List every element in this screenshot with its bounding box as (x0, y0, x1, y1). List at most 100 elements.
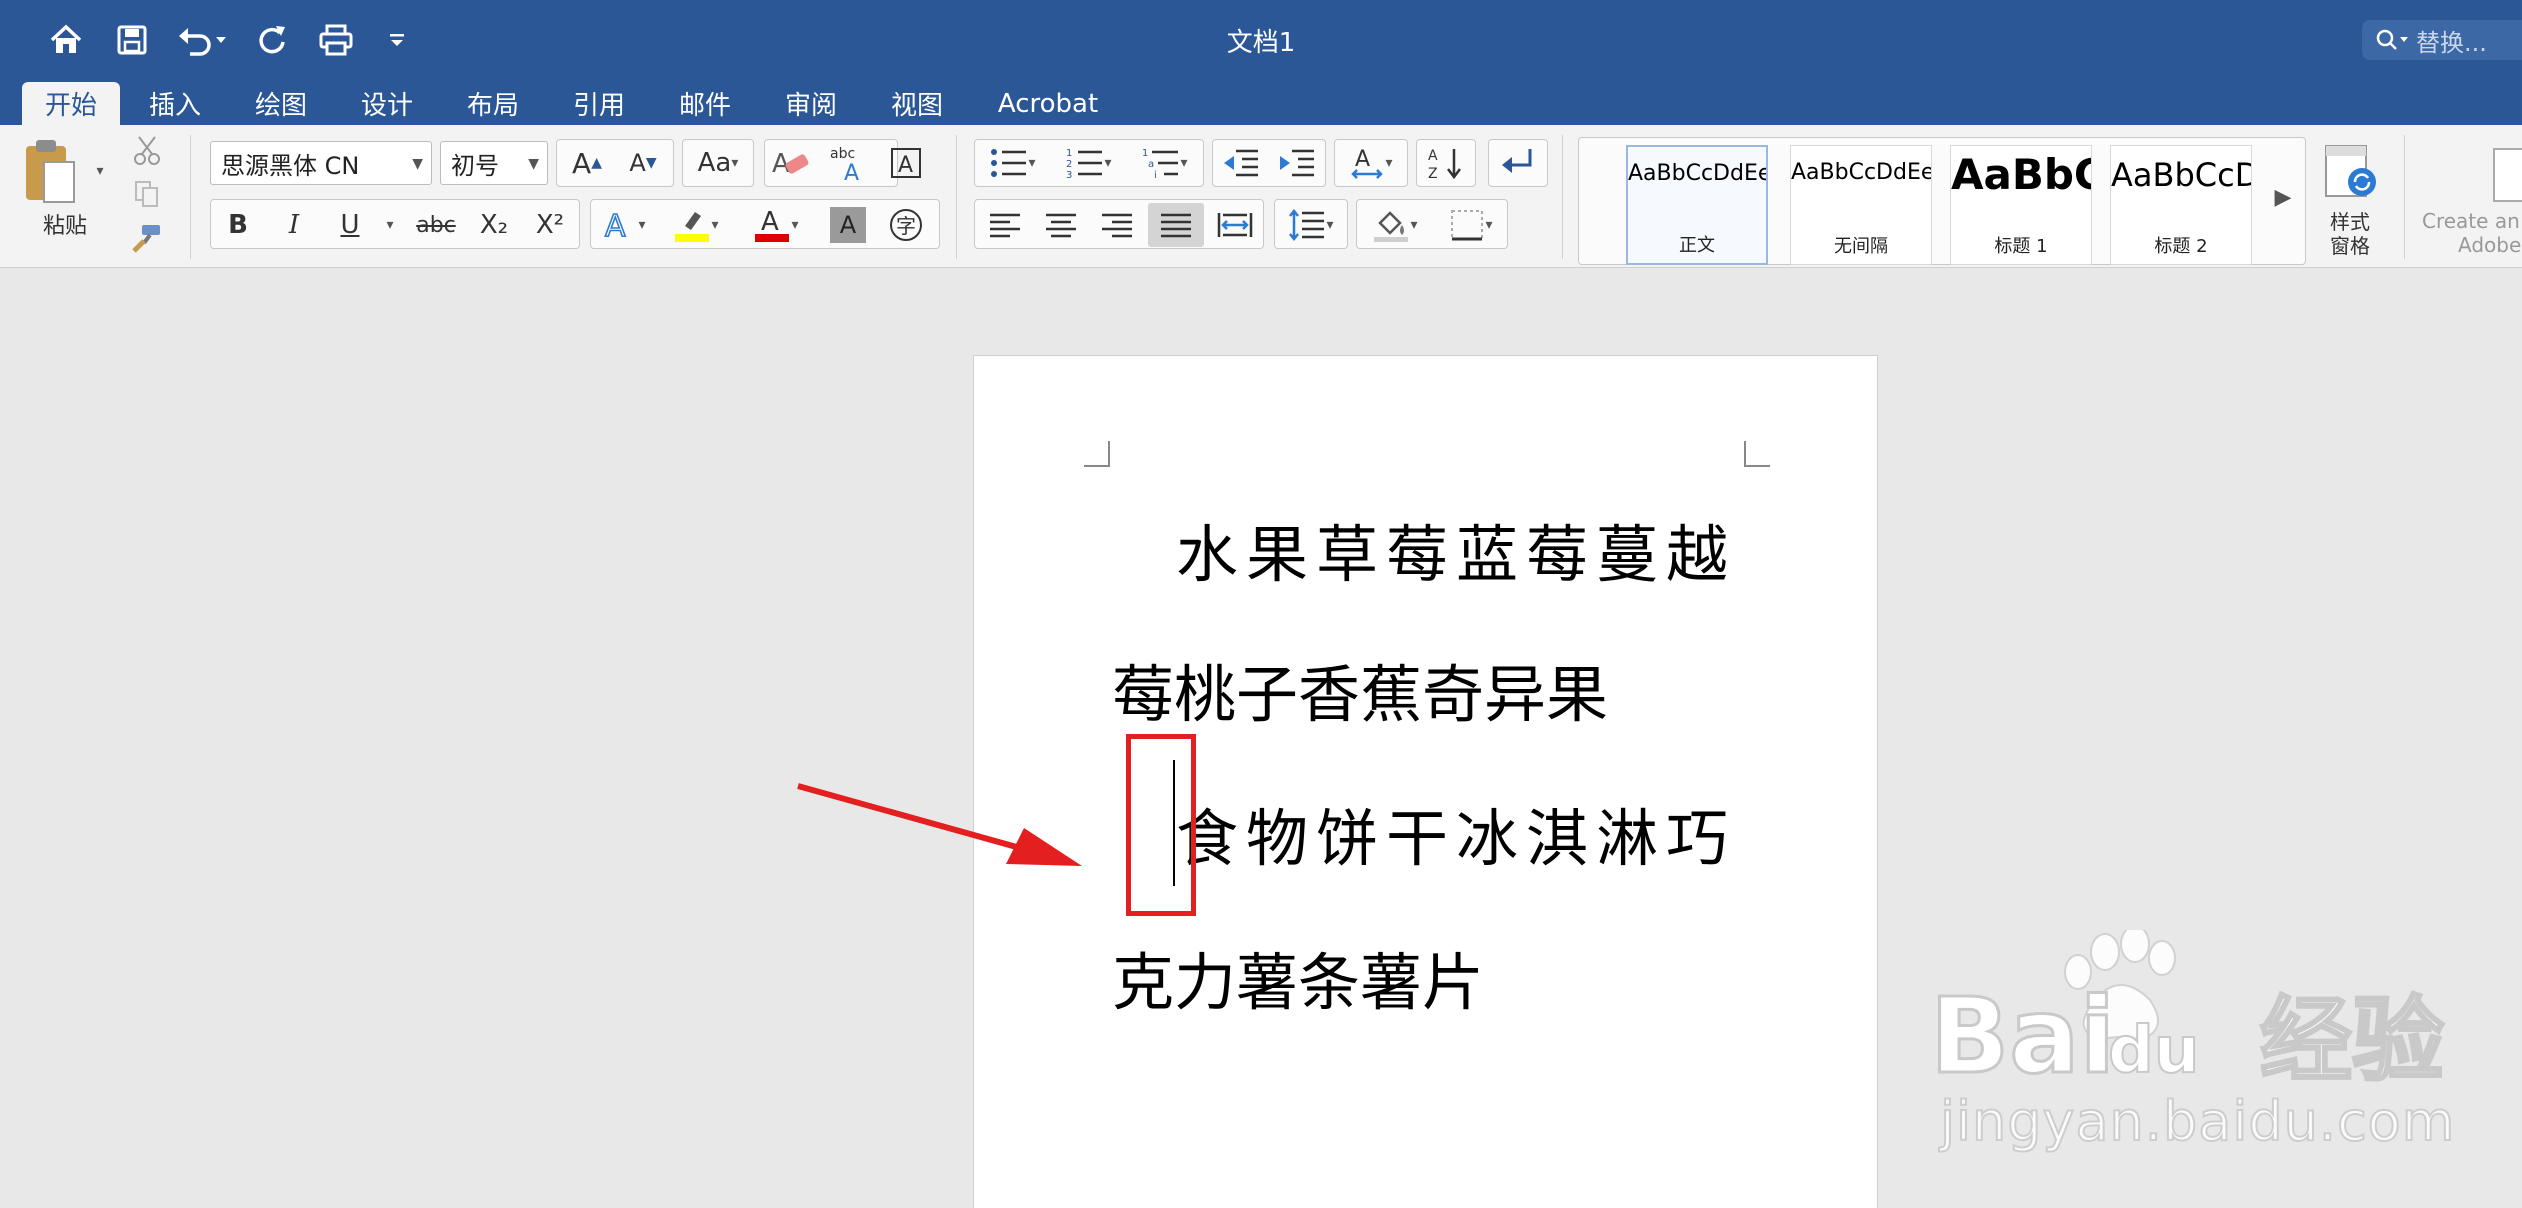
svg-text:a: a (1148, 159, 1154, 170)
tab-draw[interactable]: 绘图 (236, 82, 326, 125)
search-input[interactable]: 替换... (2362, 20, 2522, 60)
tab-acrobat[interactable]: Acrobat (986, 82, 1110, 125)
format-painter-icon[interactable] (130, 221, 164, 255)
title-bar: 文档1 替换... (0, 0, 2522, 80)
style-name: 正文 (1679, 235, 1715, 256)
phonetic-guide-icon[interactable]: abc A (826, 143, 870, 183)
bullets-icon[interactable]: ▾ (980, 143, 1046, 183)
ribbon-tabs: 开始 插入 绘图 设计 布局 引用 邮件 审阅 视图 Acrobat (0, 80, 2522, 125)
font-name-select[interactable]: 思源黑体 CN ▼ (210, 141, 432, 185)
numbering-icon[interactable]: 1 2 3 ▾ (1056, 143, 1122, 183)
style-name: 标题 1 (1994, 236, 2048, 257)
document-title: 文档1 (1226, 28, 1296, 58)
sort-icon[interactable]: AZ (1420, 143, 1472, 183)
svg-text:A: A (898, 153, 913, 178)
style-preview: AaBbCcD (2111, 156, 2251, 194)
font-size-select[interactable]: 初号 ▼ (440, 141, 548, 185)
shading-icon[interactable]: ▾ (1360, 205, 1430, 245)
font-color-icon[interactable]: A ▾ (746, 205, 806, 245)
svg-text:A: A (761, 207, 779, 237)
increase-indent-icon[interactable] (1272, 143, 1322, 183)
paragraph-line[interactable]: 克力薯条薯片 (1112, 932, 1484, 1022)
tab-review[interactable]: 审阅 (766, 82, 856, 125)
style-heading-1[interactable]: AaBbC 标题 1 (1950, 145, 2092, 265)
create-pdf-icon[interactable] (2488, 147, 2522, 203)
style-heading-2[interactable]: AaBbCcD 标题 2 (2110, 145, 2252, 265)
svg-text:字: 字 (896, 214, 916, 238)
line-spacing-icon[interactable]: ▾ (1278, 205, 1344, 245)
style-name: 标题 2 (2154, 236, 2208, 257)
tab-layout[interactable]: 布局 (448, 82, 538, 125)
character-border-icon[interactable]: A (886, 143, 926, 183)
paste-dropdown-icon[interactable]: ▾ (90, 161, 110, 181)
search-placeholder: 替换... (2416, 28, 2487, 57)
svg-text:A: A (844, 161, 859, 182)
strikethrough-button[interactable]: abc (408, 205, 464, 245)
italic-button[interactable]: I (274, 205, 314, 245)
separator (1562, 135, 1563, 259)
watermark-brand: Bai (1930, 975, 2115, 1090)
style-preview: AaBbCcDdEe (1791, 160, 1931, 185)
separator (190, 135, 191, 259)
svg-text:3: 3 (1066, 170, 1072, 180)
separator (2404, 135, 2405, 259)
cut-icon[interactable] (130, 133, 164, 167)
tab-references[interactable]: 引用 (554, 82, 644, 125)
grow-font-icon[interactable]: A ▲ (562, 143, 612, 183)
align-right-icon[interactable] (1092, 205, 1142, 245)
justify-icon[interactable] (1148, 203, 1204, 247)
gallery-next-icon[interactable]: ▶ (2270, 177, 2296, 217)
shrink-font-icon[interactable]: A ▼ (618, 143, 668, 183)
underline-dropdown-icon[interactable]: ▾ (380, 215, 400, 235)
svg-text:2: 2 (1066, 159, 1072, 170)
margin-corner-mark (1744, 441, 1770, 467)
watermark-brand-cn: 经验 (2260, 987, 2444, 1090)
clear-formatting-icon[interactable]: A (768, 143, 812, 183)
multilevel-list-icon[interactable]: 1 a i ▾ (1132, 143, 1198, 183)
change-case-icon[interactable]: Aa ▾ (686, 143, 750, 183)
character-shading-icon[interactable]: A (830, 207, 866, 243)
bold-button[interactable]: B (218, 205, 258, 245)
copy-icon[interactable] (130, 177, 164, 211)
underline-button[interactable]: U (330, 205, 370, 245)
word-window: 文档1 替换... 开始 插入 绘图 设计 布局 引用 邮件 审阅 视图 Acr… (0, 0, 2522, 1208)
tab-view[interactable]: 视图 (872, 82, 962, 125)
style-no-spacing[interactable]: AaBbCcDdEe 无间隔 (1790, 145, 1932, 265)
subscript-button[interactable]: X₂ (470, 205, 518, 245)
document-page[interactable]: 水果草莓蓝莓蔓越 莓桃子香蕉奇异果 食物饼干冰淇淋巧 克力薯条薯片 (973, 355, 1878, 1208)
text-effects-icon[interactable]: A ▾ (596, 205, 652, 245)
asian-layout-icon[interactable]: A ▾ (1338, 143, 1404, 183)
style-normal[interactable]: AaBbCcDdEe 正文 (1626, 145, 1768, 265)
decrease-indent-icon[interactable] (1216, 143, 1266, 183)
style-name: 无间隔 (1834, 236, 1888, 257)
font-name-value: 思源黑体 CN (221, 151, 360, 180)
create-pdf-label-2[interactable]: Adobe (2458, 233, 2522, 259)
create-pdf-label[interactable]: Create an (2422, 209, 2522, 235)
distributed-icon[interactable] (1210, 205, 1260, 245)
superscript-button[interactable]: X² (526, 205, 574, 245)
paragraph-line[interactable]: 莓桃子香蕉奇异果 (1112, 644, 1608, 734)
paragraph-line[interactable]: 水果草莓蓝莓蔓越 (1176, 504, 1736, 594)
align-left-icon[interactable] (980, 205, 1030, 245)
tab-home[interactable]: 开始 (22, 82, 120, 125)
paragraph-marks-icon[interactable] (1492, 143, 1544, 183)
watermark-du: du (2108, 1014, 2199, 1088)
enclose-characters-icon[interactable]: 字 (886, 205, 926, 245)
baidu-watermark-logo: Bai du 经验 (1930, 930, 2446, 1090)
style-preview: AaBbC (1951, 150, 2091, 199)
borders-icon[interactable]: ▾ (1438, 205, 1504, 245)
styles-pane-label-2: 窗格 (2330, 233, 2370, 258)
watermark-url: jingyan.baidu.com (1939, 1089, 2456, 1154)
highlight-color-icon[interactable]: ▾ (666, 205, 726, 245)
annotation-arrow-icon (797, 783, 1082, 866)
style-preview: AaBbCcDdEe (1628, 161, 1766, 186)
tab-insert[interactable]: 插入 (130, 82, 220, 125)
styles-pane-icon[interactable] (2320, 143, 2380, 203)
paragraph-line[interactable]: 食物饼干冰淇淋巧 (1176, 788, 1736, 878)
align-center-icon[interactable] (1036, 205, 1086, 245)
paste-icon[interactable] (20, 137, 80, 207)
tab-design[interactable]: 设计 (342, 82, 432, 125)
svg-text:1: 1 (1066, 148, 1072, 159)
annotation-highlight-box (1126, 734, 1196, 916)
tab-mailings[interactable]: 邮件 (660, 82, 750, 125)
